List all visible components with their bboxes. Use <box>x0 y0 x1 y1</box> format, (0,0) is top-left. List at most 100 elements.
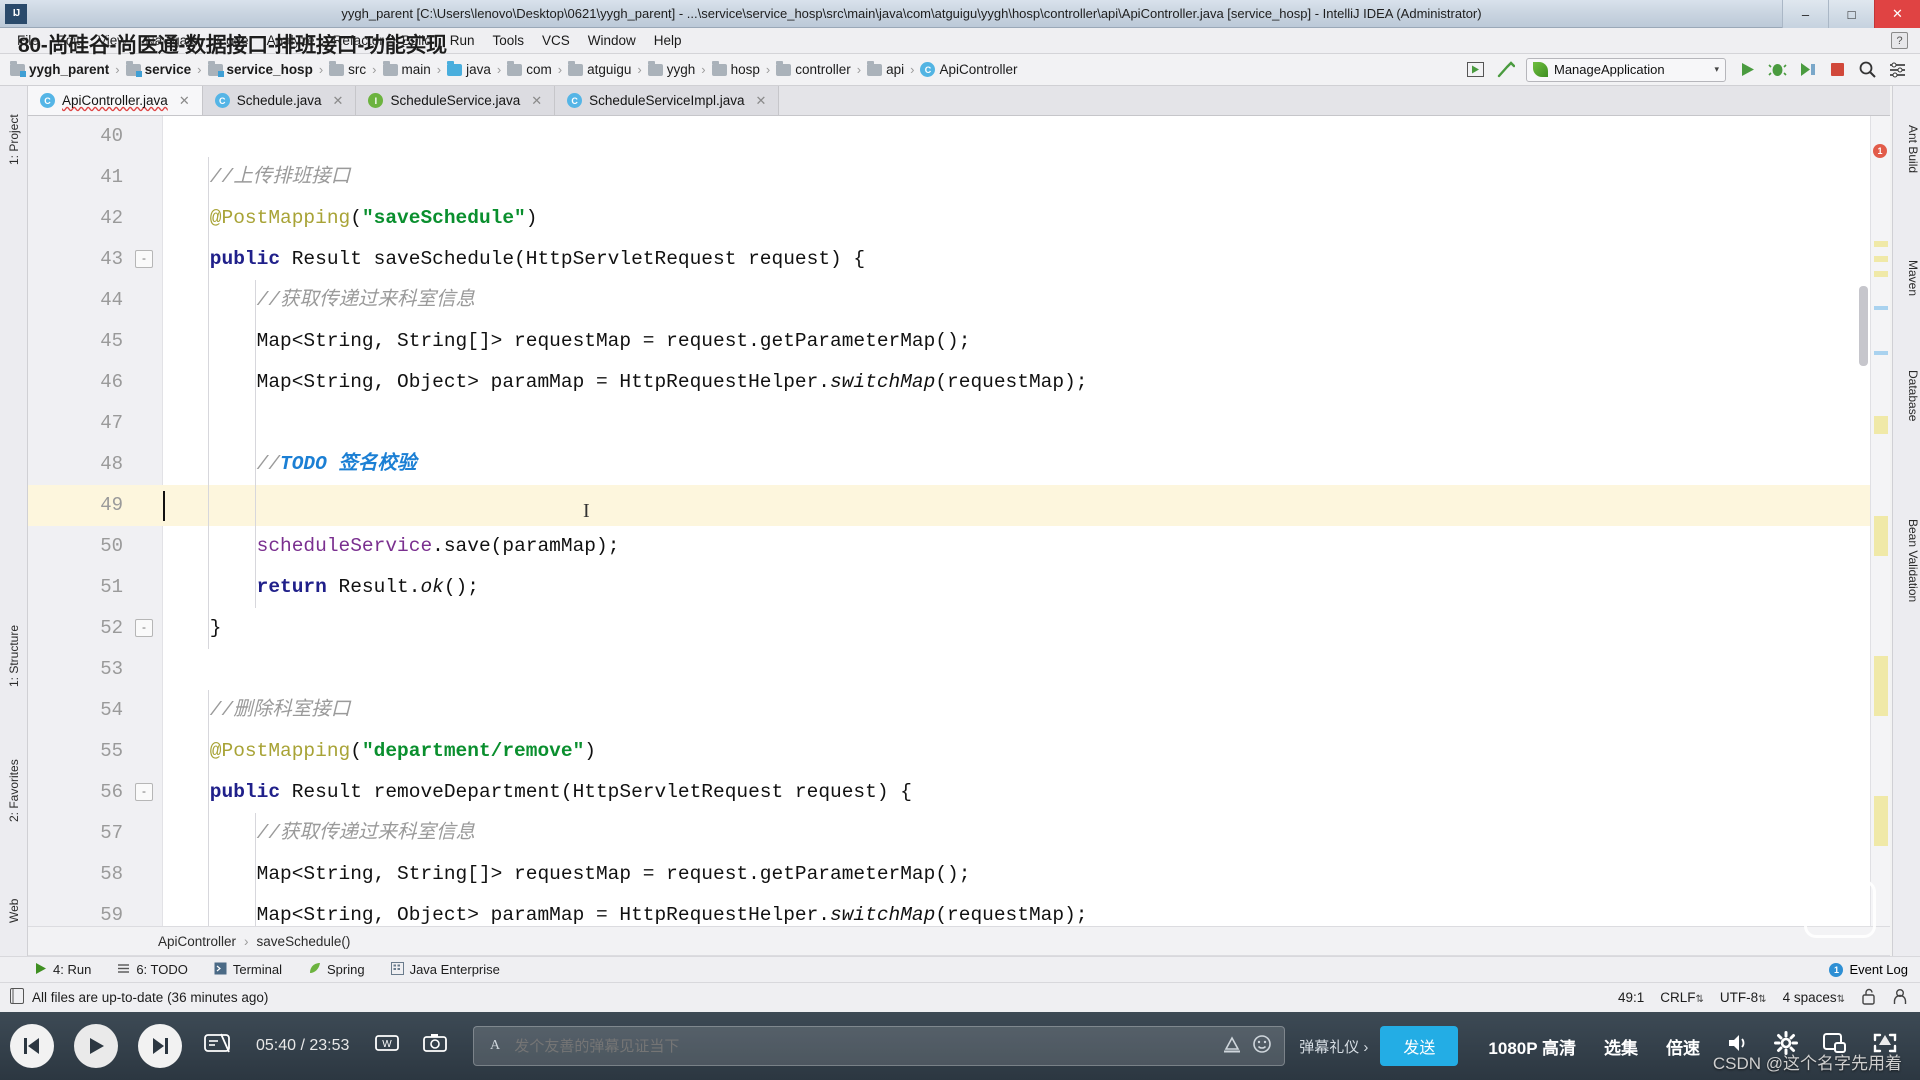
chevron-down-icon[interactable]: ▾ <box>1704 64 1719 75</box>
quality-selector[interactable]: 1080P 高清 <box>1488 1034 1576 1059</box>
run-anything-icon[interactable] <box>1462 58 1488 82</box>
next-track-button[interactable] <box>138 1024 182 1068</box>
tool-window-terminal[interactable]: Terminal <box>214 962 282 978</box>
code-editor[interactable]: 40 41 //上传排班接口 42 @PostMapping("saveSchedu… <box>28 116 1890 926</box>
close-icon[interactable]: ✕ <box>531 93 542 109</box>
editor-tab-schedule[interactable]: C Schedule.java ✕ <box>202 86 357 115</box>
sidebar-item-favorites[interactable]: 2: Favorites <box>0 726 28 856</box>
stop-button[interactable] <box>1824 58 1850 82</box>
minimize-button[interactable]: – <box>1782 0 1828 28</box>
editor-tab-scheduleserviceimpl[interactable]: C ScheduleServiceImpl.java ✕ <box>555 86 780 115</box>
danmaku-etiquette-link[interactable]: 弹幕礼仪 › <box>1299 1036 1368 1057</box>
inspector-icon[interactable] <box>1892 988 1908 1008</box>
breadcrumb-item-java[interactable]: java <box>447 60 491 77</box>
close-button[interactable]: ✕ <box>1874 0 1920 28</box>
code-line[interactable]: 45 Map<String, String[]> requestMap = re… <box>100 321 1890 362</box>
editor-breadcrumb-method[interactable]: saveSchedule() <box>257 934 351 949</box>
run-with-coverage-button[interactable] <box>1794 58 1820 82</box>
sidebar-item-structure[interactable]: 1: Structure <box>0 596 28 716</box>
breadcrumb-item-hosp[interactable]: hosp <box>711 60 760 77</box>
sidebar-item-bean-validation[interactable]: Bean Validation <box>1892 476 1920 646</box>
event-log-button[interactable]: 1 Event Log <box>1829 962 1908 977</box>
tool-window-run[interactable]: 4: Run <box>34 962 91 978</box>
color-picker-icon[interactable] <box>1222 1035 1242 1057</box>
next-track-icon[interactable] <box>138 1024 182 1068</box>
breadcrumb-item-api[interactable]: api <box>867 60 904 77</box>
breadcrumb-item-atguigu[interactable]: atguigu <box>568 60 631 77</box>
code-line[interactable]: 40 <box>100 116 1890 157</box>
sidebar-item-maven[interactable]: Maven <box>1892 236 1920 321</box>
menu-item-help[interactable]: Help <box>645 30 691 51</box>
episodes-button[interactable]: 选集 <box>1604 1034 1638 1059</box>
code-line[interactable]: 57 //获取传递过来科室信息 <box>100 813 1890 854</box>
maximize-button[interactable]: □ <box>1828 0 1874 28</box>
code-line[interactable]: 50 scheduleService.save(paramMap); <box>100 526 1890 567</box>
line-separator-selector[interactable]: CRLF⇅ <box>1660 990 1704 1005</box>
indent-selector[interactable]: 4 spaces⇅ <box>1783 990 1845 1005</box>
breadcrumb-item-yygh_parent[interactable]: yygh_parent <box>10 60 109 77</box>
menu-item-tools[interactable]: Tools <box>484 30 534 51</box>
code-line[interactable]: 49 I <box>28 485 1890 526</box>
previous-track-icon[interactable] <box>10 1024 54 1068</box>
code-line[interactable]: 41 //上传排班接口 <box>100 157 1890 198</box>
marker-stripe[interactable] <box>1874 256 1888 262</box>
editor-tab-scheduleservice[interactable]: I ScheduleService.java ✕ <box>356 86 556 115</box>
editor-marker-column[interactable]: 1 <box>1870 116 1890 926</box>
marker-stripe[interactable] <box>1874 351 1888 355</box>
code-line[interactable]: 59 Map<String, Object> paramMap = HttpRe… <box>100 895 1890 926</box>
breadcrumb-item-com[interactable]: com <box>507 60 552 77</box>
tool-window-java-enterprise[interactable]: Java Enterprise <box>390 961 500 978</box>
code-fold-toggle[interactable]: - <box>135 250 153 268</box>
editor-code-area[interactable]: 40 41 //上传排班接口 42 @PostMapping("saveSchedu… <box>28 116 1890 926</box>
breadcrumb-item-controller[interactable]: controller <box>776 60 851 77</box>
error-count-badge[interactable]: 1 <box>1873 144 1887 158</box>
lock-open-icon[interactable] <box>1861 988 1876 1008</box>
menu-item-window[interactable]: Window <box>579 30 645 51</box>
run-configuration-selector[interactable]: ManageApplication ▾ <box>1526 57 1726 82</box>
danmaku-input[interactable]: A <box>473 1026 1286 1066</box>
breadcrumb-item-apicontroller[interactable]: C ApiController <box>920 62 1018 77</box>
help-icon[interactable]: ? <box>1891 32 1908 49</box>
caret-position[interactable]: 49:1 <box>1618 990 1644 1005</box>
sidebar-item-project[interactable]: 1: Project <box>0 90 28 190</box>
breadcrumb-item-service_hosp[interactable]: service_hosp <box>207 60 313 77</box>
screenshot-icon[interactable] <box>423 1032 448 1060</box>
breadcrumb-item-yygh[interactable]: yygh <box>647 60 695 77</box>
marker-stripe[interactable] <box>1874 271 1888 277</box>
code-line[interactable]: 43- public Result saveSchedule(HttpServl… <box>100 239 1890 280</box>
code-line[interactable]: 52- } <box>100 608 1890 649</box>
previous-track-button[interactable] <box>10 1024 54 1068</box>
editor-breadcrumb-class[interactable]: ApiController <box>158 934 236 949</box>
emoji-icon[interactable] <box>1252 1034 1272 1058</box>
code-line[interactable]: 46 Map<String, Object> paramMap = HttpRe… <box>100 362 1890 403</box>
code-line[interactable]: 56- public Result removeDepartment(HttpS… <box>100 772 1890 813</box>
marker-stripe[interactable] <box>1874 416 1888 434</box>
play-pause-button[interactable] <box>74 1024 118 1068</box>
close-icon[interactable]: ✕ <box>333 93 344 109</box>
encoding-selector[interactable]: UTF-8⇅ <box>1720 990 1767 1005</box>
danmaku-toggle-icon[interactable] <box>204 1032 230 1060</box>
code-line[interactable]: 51 return Result.ok(); <box>100 567 1890 608</box>
play-icon[interactable] <box>74 1024 118 1068</box>
code-fold-toggle[interactable]: - <box>135 619 153 637</box>
breadcrumb-item-service[interactable]: service <box>125 60 191 77</box>
run-button[interactable] <box>1734 58 1760 82</box>
tool-window-todo[interactable]: 6: TODO <box>117 962 188 978</box>
marker-stripe[interactable] <box>1874 306 1888 310</box>
build-hammer-icon[interactable] <box>1492 58 1518 82</box>
marker-stripe[interactable] <box>1874 656 1888 716</box>
marker-stripe[interactable] <box>1874 796 1888 846</box>
search-icon[interactable] <box>1854 58 1880 82</box>
settings-icon[interactable] <box>1884 58 1910 82</box>
sidebar-item-ant-build[interactable]: Ant Build <box>1892 94 1920 204</box>
sidebar-item-database[interactable]: Database <box>1892 336 1920 456</box>
menu-item-run[interactable]: Run <box>441 30 484 51</box>
menu-item-vcs[interactable]: VCS <box>533 30 579 51</box>
code-line[interactable]: 48 //TODO 签名校验 <box>100 444 1890 485</box>
marker-stripe[interactable] <box>1874 241 1888 247</box>
playback-speed-button[interactable]: 倍速 <box>1666 1034 1700 1059</box>
code-line[interactable]: 58 Map<String, String[]> requestMap = re… <box>100 854 1890 895</box>
close-icon[interactable]: ✕ <box>756 93 767 109</box>
tool-window-spring[interactable]: Spring <box>308 962 365 978</box>
close-icon[interactable]: ✕ <box>179 93 190 109</box>
